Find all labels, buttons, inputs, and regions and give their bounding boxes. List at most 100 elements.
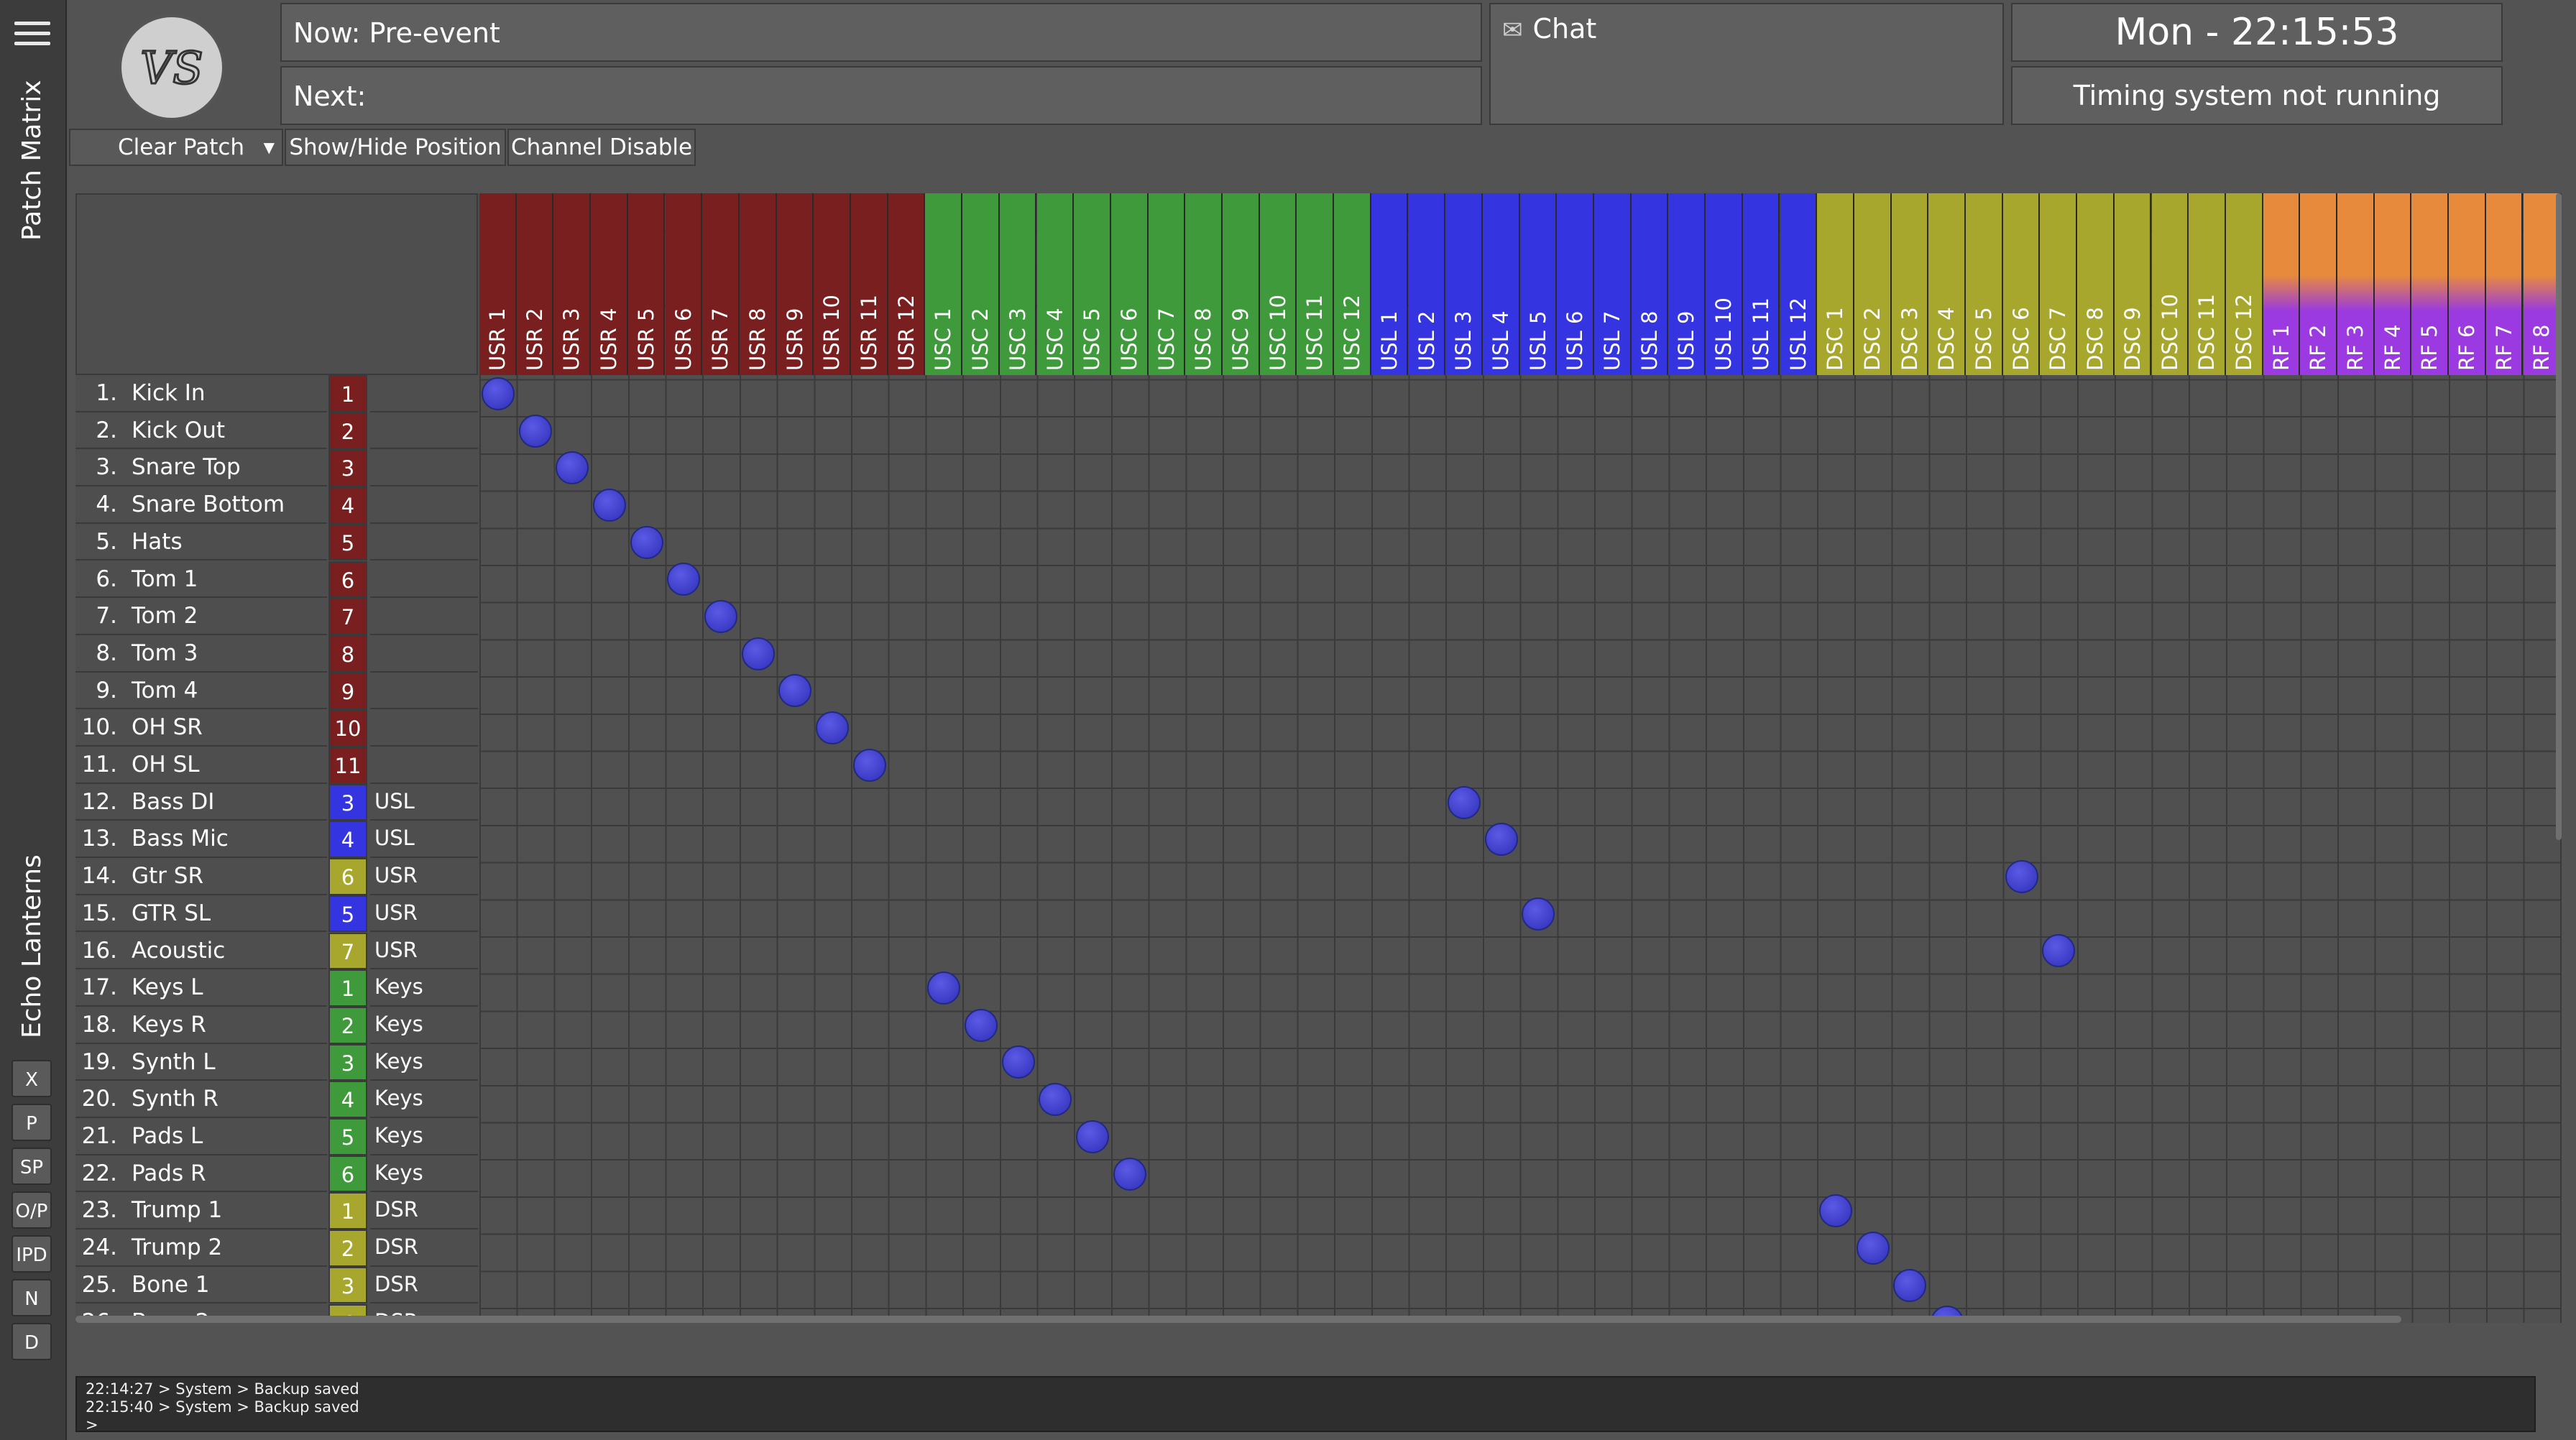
column-header[interactable]: USC 10	[1259, 193, 1297, 375]
column-header[interactable]: USC 5	[1074, 193, 1111, 375]
column-header[interactable]: USC 2	[962, 193, 1000, 375]
column-header[interactable]: DSC 2	[1854, 193, 1892, 375]
sidebar-button-x[interactable]: X	[12, 1060, 52, 1097]
column-header[interactable]: USL 8	[1631, 193, 1669, 375]
column-header[interactable]: DSC 5	[1966, 193, 2003, 375]
patch-dot[interactable]	[518, 414, 552, 448]
column-header[interactable]: USC 12	[1334, 193, 1371, 375]
sidebar-button-d[interactable]: D	[12, 1323, 52, 1360]
column-header[interactable]: DSC 6	[2002, 193, 2041, 375]
patch-dot[interactable]	[1448, 785, 1481, 819]
channel-row[interactable]: 3. Snare Top	[75, 449, 327, 487]
column-header[interactable]: USL 4	[1482, 193, 1520, 375]
column-header[interactable]: USL 2	[1408, 193, 1446, 375]
patch-dot[interactable]	[1893, 1268, 1927, 1302]
column-header[interactable]: DSC 8	[2077, 193, 2115, 375]
column-header[interactable]: USR 8	[739, 193, 777, 375]
column-header[interactable]: RF 8	[2523, 193, 2561, 375]
sidebar-button-sp[interactable]: SP	[12, 1148, 52, 1185]
channel-row[interactable]: 19. Synth L	[75, 1043, 327, 1081]
column-header[interactable]: RF 5	[2411, 193, 2450, 375]
channel-disable-button[interactable]: Channel Disable	[507, 129, 696, 166]
column-header[interactable]: USR 11	[851, 193, 888, 375]
sidebar-button-op[interactable]: O/P	[12, 1191, 52, 1229]
column-header[interactable]: USC 8	[1185, 193, 1223, 375]
sidebar-button-n[interactable]: N	[12, 1279, 52, 1316]
column-header[interactable]: USC 3	[999, 193, 1037, 375]
channel-row[interactable]: 23. Trump 1	[75, 1192, 327, 1230]
patch-dot[interactable]	[592, 488, 626, 522]
column-header[interactable]: USR 6	[665, 193, 703, 375]
column-header[interactable]: USC 7	[1148, 193, 1186, 375]
channel-row[interactable]: 24. Trump 2	[75, 1229, 327, 1267]
channel-row[interactable]: 22. Pads R	[75, 1155, 327, 1193]
channel-row[interactable]: 16. Acoustic	[75, 932, 327, 970]
patch-dot[interactable]	[816, 711, 850, 745]
column-header[interactable]: USL 11	[1742, 193, 1780, 375]
column-header[interactable]: DSC 12	[2225, 193, 2263, 375]
column-header[interactable]: USR 1	[479, 193, 517, 375]
column-header[interactable]: USL 9	[1668, 193, 1706, 375]
log-prompt[interactable]: >	[86, 1416, 2526, 1434]
column-header[interactable]: DSC 11	[2189, 193, 2226, 375]
patch-dot[interactable]	[1819, 1194, 1853, 1228]
channel-row[interactable]: 7. Tom 2	[75, 598, 327, 635]
patch-dot[interactable]	[481, 377, 515, 410]
channel-row[interactable]: 11. OH SL	[75, 747, 327, 784]
column-header[interactable]: DSC 9	[2114, 193, 2152, 375]
patch-dot[interactable]	[852, 748, 886, 782]
patch-dot[interactable]	[2005, 859, 2038, 893]
channel-row[interactable]: 2. Kick Out	[75, 412, 327, 450]
patch-dot[interactable]	[1522, 897, 1555, 931]
patch-dot[interactable]	[1076, 1120, 1110, 1153]
column-header[interactable]: DSC 4	[1928, 193, 1966, 375]
column-header[interactable]: USL 5	[1519, 193, 1558, 375]
channel-row[interactable]: 6. Tom 1	[75, 560, 327, 599]
column-header[interactable]: USL 6	[1557, 193, 1594, 375]
sidebar-button-ipd[interactable]: IPD	[12, 1235, 52, 1273]
column-header[interactable]: USL 7	[1594, 193, 1632, 375]
channel-row[interactable]: 18. Keys R	[75, 1006, 327, 1044]
column-header[interactable]: USR 4	[591, 193, 628, 375]
patch-dot[interactable]	[704, 600, 738, 634]
channel-row[interactable]: 9. Tom 4	[75, 672, 327, 710]
channel-row[interactable]: 14. Gtr SR	[75, 858, 327, 895]
channel-row[interactable]: 15. GTR SL	[75, 895, 327, 933]
hamburger-menu-icon[interactable]	[14, 22, 50, 47]
column-header[interactable]: USR 9	[776, 193, 814, 375]
column-header[interactable]: USR 7	[702, 193, 740, 375]
channel-row[interactable]: 20. Synth R	[75, 1081, 327, 1118]
column-header[interactable]: RF 4	[2374, 193, 2412, 375]
column-header[interactable]: RF 2	[2300, 193, 2337, 375]
column-header[interactable]: USC 9	[1223, 193, 1260, 375]
sidebar-button-p[interactable]: P	[12, 1104, 52, 1141]
column-header[interactable]: DSC 7	[2040, 193, 2078, 375]
channel-row[interactable]: 17. Keys L	[75, 969, 327, 1007]
show-hide-position-button[interactable]: Show/Hide Position	[285, 129, 506, 166]
channel-row[interactable]: 21. Pads L	[75, 1118, 327, 1155]
column-header[interactable]: RF 1	[2263, 193, 2301, 375]
patch-dot[interactable]	[927, 971, 961, 1005]
channel-row[interactable]: 1. Kick In	[75, 375, 327, 412]
column-header[interactable]: DSC 3	[1891, 193, 1929, 375]
clear-patch-dropdown[interactable]: Clear Patch ▼	[69, 129, 283, 166]
column-header[interactable]: USR 10	[814, 193, 851, 375]
vertical-scrollbar[interactable]	[2556, 193, 2562, 840]
channel-row[interactable]: 4. Snare Bottom	[75, 486, 327, 524]
column-header[interactable]: USL 1	[1371, 193, 1409, 375]
column-header[interactable]: RF 7	[2485, 193, 2524, 375]
channel-row[interactable]: 5. Hats	[75, 523, 327, 561]
column-header[interactable]: RF 6	[2449, 193, 2486, 375]
column-header[interactable]: USR 5	[627, 193, 666, 375]
column-header[interactable]: USL 3	[1445, 193, 1483, 375]
patch-dot[interactable]	[741, 637, 775, 670]
column-header[interactable]: USR 2	[516, 193, 554, 375]
column-header[interactable]: USC 6	[1110, 193, 1149, 375]
patch-dot[interactable]	[630, 525, 663, 559]
column-header[interactable]: USC 11	[1297, 193, 1335, 375]
channel-row[interactable]: 8. Tom 3	[75, 634, 327, 673]
column-header[interactable]: DSC 10	[2151, 193, 2189, 375]
column-header[interactable]: USC 1	[925, 193, 963, 375]
chat-panel[interactable]: ✉ Chat	[1489, 3, 2004, 125]
patch-dot[interactable]	[1484, 823, 1518, 857]
